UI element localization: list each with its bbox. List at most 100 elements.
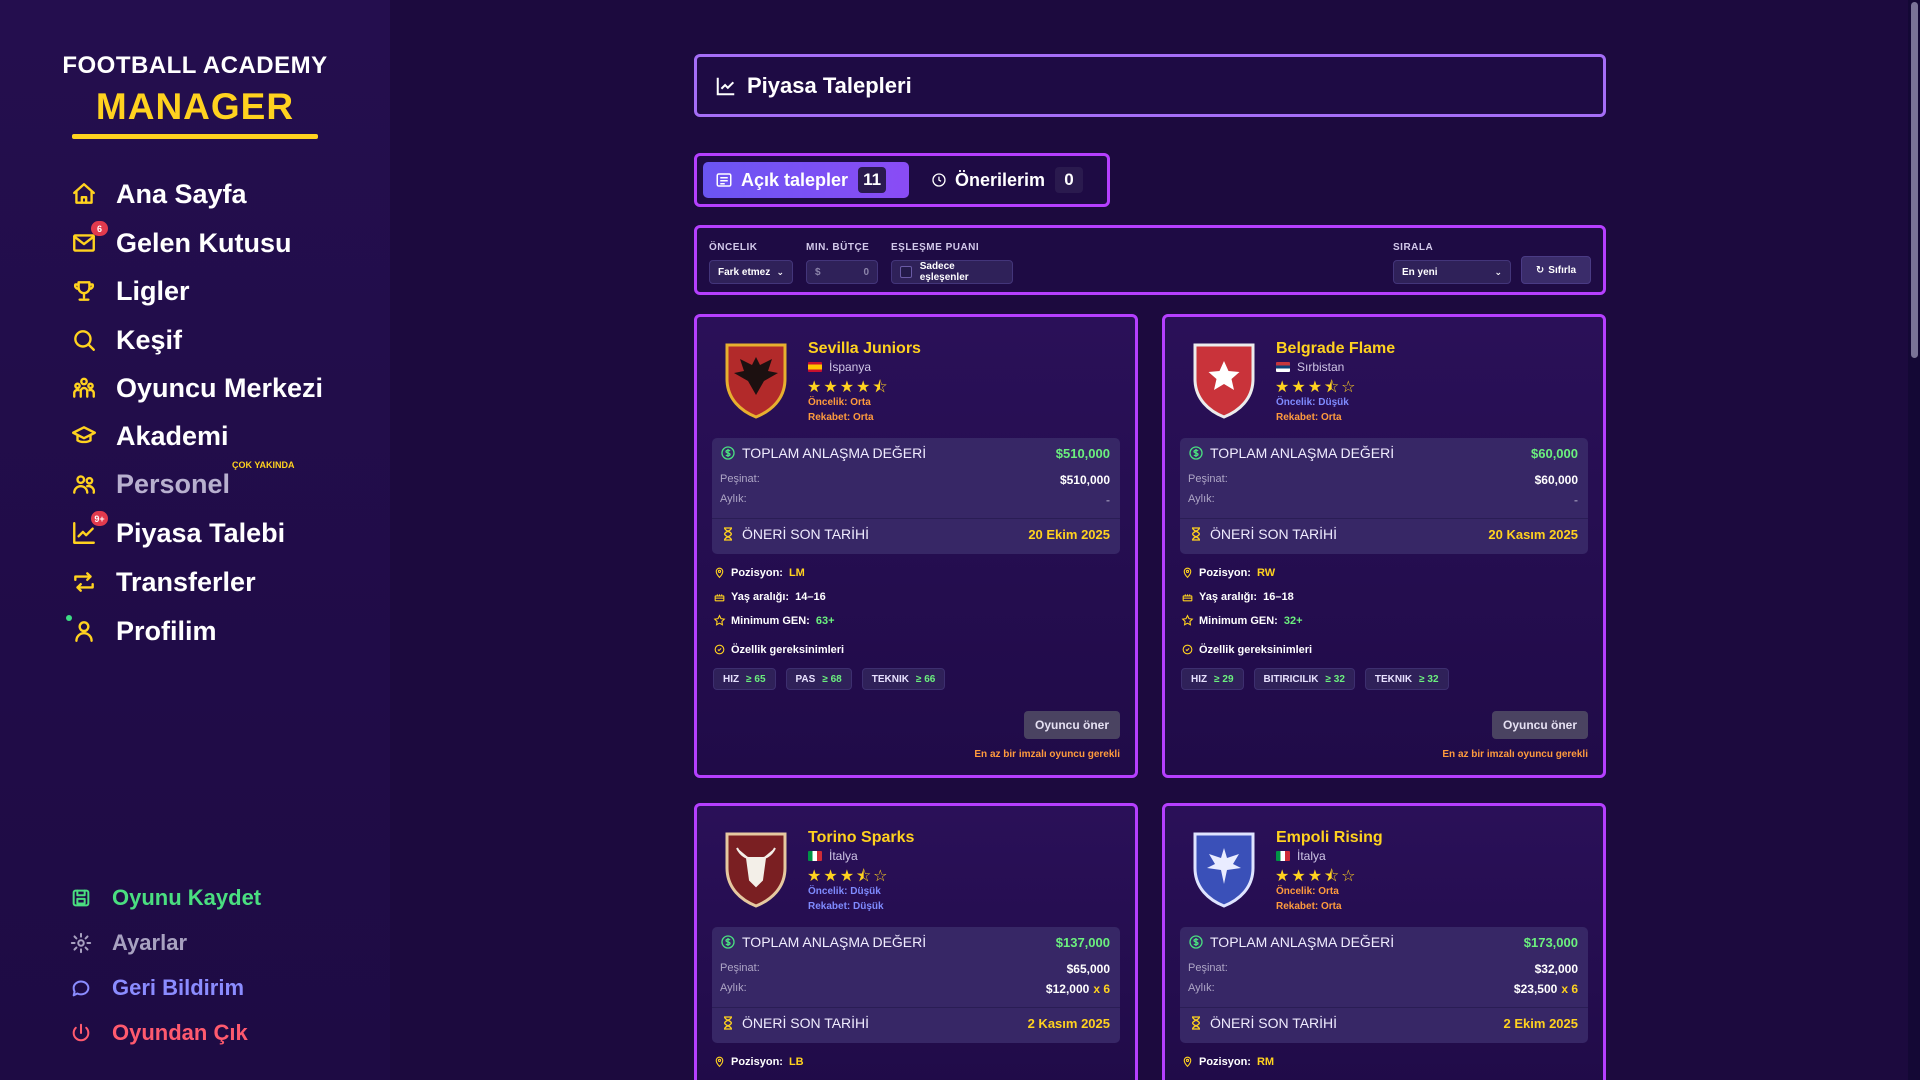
position-requirement: Pozisyon: RW: [1181, 566, 1275, 579]
attribute-name: BITIRICILIK: [1263, 673, 1319, 685]
sidebar-item-profile[interactable]: Profilim: [66, 611, 217, 651]
suggest-player-button[interactable]: Oyuncu öner: [1024, 711, 1120, 739]
sidebar-item-staff[interactable]: Personel ÇOK YAKINDA: [70, 460, 295, 504]
flag-icon: [808, 362, 822, 372]
sidebar-item-inbox[interactable]: 6 Gelen Kutusu: [70, 221, 292, 263]
only-matching-checkbox[interactable]: Sadece eşleşenler: [891, 260, 1013, 284]
monthly-multiplier: x 6: [1093, 982, 1110, 996]
logo-underline: [72, 134, 318, 139]
staff-icon: [70, 470, 98, 498]
suggest-player-button[interactable]: Oyuncu öner: [1492, 711, 1588, 739]
flag-icon: [1276, 851, 1290, 861]
chart-icon: [716, 77, 735, 95]
upfront-label: Peşinat:: [720, 473, 760, 485]
min-budget-input[interactable]: $0: [806, 260, 878, 284]
feedback-button[interactable]: Geri Bildirim: [70, 971, 244, 1005]
scrollbar[interactable]: [1908, 0, 1920, 1080]
logo-title-main: MANAGER: [95, 86, 295, 127]
only-matching-label: Sadece eşleşenler: [919, 261, 969, 283]
monthly-value: $23,500 x 6: [1514, 982, 1578, 996]
total-value-label: TOPLAM ANLAŞMA DEĞERİ: [742, 934, 927, 950]
attribute-chips: HIZ ≥ 29 BITIRICILIK ≥ 32 TEKNIK ≥ 32: [1181, 668, 1449, 690]
club-country-name: İspanya: [829, 360, 872, 374]
age-requirement: Yaş aralığı: 14–16: [713, 590, 826, 603]
club-country: İspanya: [808, 360, 871, 374]
filter-bar: ÖNCELIK Fark etmez ⌄ MIN. BÜTÇE $0 EŞLEŞM…: [694, 225, 1606, 295]
deadline-date: 2 Ekim 2025: [1503, 1016, 1578, 1031]
tab-count: 0: [1055, 167, 1083, 193]
sort-select[interactable]: En yeni ⌄: [1393, 260, 1511, 284]
priority-filter-label: ÖNCELIK: [709, 242, 758, 253]
rivalry-text: Rekabet: Orta: [808, 412, 874, 423]
sidebar-item-discovery[interactable]: Keşif: [70, 320, 182, 360]
deadline-label: ÖNERİ SON TARİHİ: [742, 526, 870, 542]
reset-icon: ↻: [1535, 264, 1545, 276]
sort-label: SIRALA: [1393, 242, 1434, 253]
rivalry-text: Rekabet: Düşük: [808, 901, 884, 912]
sidebar-item-transfers[interactable]: Transferler: [70, 562, 256, 602]
request-card: Torino Sparks İtalya ★★★⯪☆ Öncelik: Düşü…: [694, 803, 1138, 1080]
deadline-title: ÖNERİ SON TARİHİ: [1188, 526, 1337, 542]
age-requirement: Yaş aralığı: 16–18: [1181, 590, 1294, 603]
location-pin-icon: [1183, 567, 1192, 579]
priority-text: Öncelik: Düşük: [1276, 397, 1349, 408]
tab-open-requests[interactable]: Açık talepler 11: [703, 162, 909, 198]
position-value: LB: [788, 1055, 804, 1068]
sidebar-item-home[interactable]: Ana Sayfa: [70, 174, 247, 214]
attribute-requirements-label: Özellik gereksinimleri: [731, 643, 845, 656]
club-country-name: İtalya: [829, 849, 858, 863]
divider: [1180, 1007, 1588, 1008]
club-name: Torino Sparks: [808, 829, 915, 846]
deal-value-box: TOPLAM ANLAŞMA DEĞERİ $60,000 Peşinat: $…: [1180, 438, 1588, 554]
upfront-value: $510,000: [1059, 473, 1110, 487]
tab-count: 11: [858, 167, 887, 193]
trophy-icon: [70, 277, 98, 305]
sidebar-item-market-demand[interactable]: 9+ Piyasa Talebi: [70, 511, 285, 553]
monthly-label: Aylık:: [1188, 982, 1215, 994]
sidebar-item-label: Oyuncu Merkezi: [116, 372, 324, 403]
deadline-label: ÖNERİ SON TARİHİ: [742, 1015, 870, 1031]
reset-button[interactable]: ↻ Sıfırla: [1521, 256, 1591, 284]
reset-label: Sıfırla: [1548, 264, 1577, 276]
attribute-min: ≥ 32: [1419, 673, 1439, 685]
sidebar-item-academy[interactable]: Akademi: [70, 416, 229, 456]
location-pin-icon: [715, 1056, 724, 1068]
request-card: Empoli Rising İtalya ★★★⯪☆ Öncelik: Orta…: [1162, 803, 1606, 1080]
star-outline-icon: [713, 614, 726, 626]
phoenix-icon: [1193, 832, 1255, 908]
priority-select[interactable]: Fark etmez ⌄: [709, 260, 793, 284]
tab-my-offers[interactable]: Önerilerim 0: [919, 162, 1095, 198]
priority-text: Öncelik: Orta: [1276, 886, 1339, 897]
main-content: Piyasa Talepleri Açık talepler 11 Öneril…: [390, 0, 1920, 1080]
total-value-label: TOPLAM ANLAŞMA DEĞERİ: [1210, 934, 1395, 950]
monthly-label: Aylık:: [1188, 493, 1215, 505]
tab-bar: Açık talepler 11 Önerilerim 0: [694, 153, 1110, 207]
upfront-label: Peşinat:: [1188, 473, 1228, 485]
quit-game-button[interactable]: Oyundan Çık: [70, 1016, 248, 1050]
age-range-value: 16–18: [1263, 590, 1294, 603]
deadline-title: ÖNERİ SON TARİHİ: [720, 1015, 869, 1031]
save-game-label: Oyunu Kaydet: [112, 885, 262, 910]
position-label: Pozisyon:: [1199, 566, 1251, 579]
dollar-icon: [721, 446, 735, 460]
scrollbar-thumb[interactable]: [1911, 2, 1918, 358]
sidebar-item-player-center[interactable]: Oyuncu Merkezi: [70, 368, 323, 408]
position-value: RM: [1256, 1055, 1275, 1068]
notification-badge: 9+: [91, 511, 108, 526]
list-icon: [716, 173, 732, 187]
club-name: Belgrade Flame: [1276, 340, 1396, 357]
feedback-label: Geri Bildirim: [112, 975, 245, 1000]
monthly-amount: $12,000: [1045, 982, 1090, 996]
attribute-chip: BITIRICILIK ≥ 32: [1253, 668, 1355, 690]
monthly-amount: $23,500: [1513, 982, 1558, 996]
sidebar-item-leagues[interactable]: Ligler: [70, 271, 190, 311]
chevron-down-icon: ⌄: [776, 266, 784, 277]
save-game-button[interactable]: Oyunu Kaydet: [70, 881, 261, 915]
attribute-chip: HIZ ≥ 65: [713, 668, 776, 690]
settings-button[interactable]: Ayarlar: [70, 926, 187, 960]
dollar-icon: [1189, 446, 1203, 460]
position-label: Pozisyon:: [731, 566, 783, 579]
min-gen-requirement: Minimum GEN: 32+: [1181, 614, 1303, 627]
club-country-name: İtalya: [1297, 849, 1326, 863]
attribute-requirements-title: Özellik gereksinimleri: [713, 643, 844, 656]
